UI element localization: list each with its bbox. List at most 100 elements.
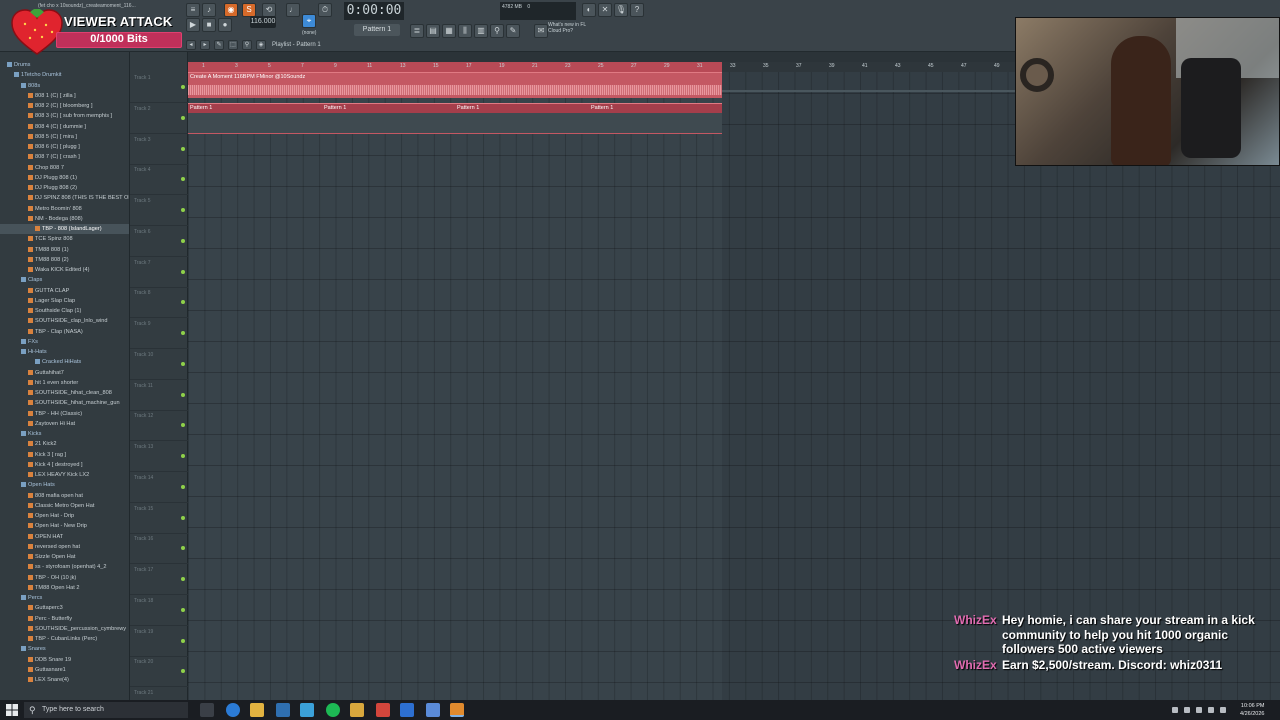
taskbar-clock[interactable]: 10:06 PM 4/26/2026 [1240, 702, 1264, 718]
browser-file[interactable]: TBP - HH (Classic) [0, 409, 129, 419]
online-icon[interactable]: ◐ [582, 3, 596, 17]
loop-icon[interactable]: ⟲ [262, 3, 276, 17]
track-enable-dot[interactable] [181, 177, 185, 182]
browser-file[interactable]: 808 7 (C) [ crash ] [0, 152, 129, 162]
track-enable-dot[interactable] [181, 454, 185, 458]
browser-file[interactable]: DJ Plugg 808 (2) [0, 183, 129, 193]
pattern-clip[interactable]: Pattern 1 [589, 103, 722, 134]
browser-file[interactable]: Perc - Butterfly [0, 614, 129, 624]
browser-file[interactable]: Southside Clap (1) [0, 306, 129, 316]
browser-file[interactable]: Sizzle Open Hat [0, 552, 129, 562]
browser-file[interactable]: TM88 808 (2) [0, 255, 129, 265]
track-enable-dot[interactable] [181, 300, 185, 305]
track-enable-dot[interactable] [181, 238, 185, 243]
browser-file[interactable]: hit 1 even shorter [0, 378, 129, 388]
speaker-tool-icon[interactable]: ◈ [256, 40, 266, 50]
tools-icon[interactable]: ✎ [506, 24, 520, 38]
track-enable-dot[interactable] [181, 146, 185, 151]
track-header[interactable]: Track 17 [130, 564, 188, 595]
menu-icon[interactable]: ≡ [186, 3, 200, 17]
browser-file[interactable]: 808 6 (C) [ plugg ] [0, 142, 129, 152]
record-mode-icon[interactable]: ◉ [224, 3, 238, 17]
plugin-picker-icon[interactable]: ⚲ [490, 24, 504, 38]
browser-file[interactable]: Metro Boomin' 808 [0, 204, 129, 214]
browser-file[interactable]: Open Hat - New Drip [0, 521, 129, 531]
browser-file[interactable]: Open Hat - Drip [0, 511, 129, 521]
draw-tool-icon[interactable]: ✎ [214, 40, 224, 50]
metronome-icon[interactable]: ♩ [286, 3, 300, 17]
browser-file[interactable]: DDB Snare 19 [0, 655, 129, 665]
snap-icon[interactable]: ⌖ [302, 14, 316, 28]
browser-file[interactable]: Guttasnare1 [0, 665, 129, 675]
browser-file[interactable]: TM88 808 (1) [0, 245, 129, 255]
track-header[interactable]: Track 7 [130, 257, 188, 288]
track-enable-dot[interactable] [181, 361, 185, 366]
track-header[interactable]: Track 12 [130, 410, 188, 442]
playlist-menu-icon[interactable]: ◂ [186, 40, 196, 50]
browser-file[interactable]: TBP - Clap (NASA) [0, 327, 129, 337]
browser-file[interactable]: SOUTHSIDE_hihat_machine_gun [0, 398, 129, 408]
track-header[interactable]: Track 8 [130, 287, 188, 319]
vscode-icon[interactable] [300, 703, 314, 717]
task-view-icon[interactable] [200, 703, 214, 717]
tray-network-icon[interactable] [1184, 707, 1190, 713]
fl-studio-icon[interactable] [450, 703, 464, 717]
pattern-clip[interactable]: Pattern 1 [188, 103, 322, 134]
tempo-display[interactable]: 116.000 [250, 16, 276, 28]
browser-folder[interactable]: Kicks [0, 429, 129, 439]
browser-file[interactable]: DJ SPINZ 808 (THIS IS THE BEST ONE) [0, 193, 129, 203]
track-header[interactable]: Track 6 [130, 226, 188, 257]
help-icon[interactable]: ? [630, 3, 644, 17]
browser-file[interactable]: ss - styrofoam (openhat) 4_2 [0, 562, 129, 572]
browser-file[interactable]: TM88 Open Hat 2 [0, 583, 129, 593]
browser-file[interactable]: reversed open hat [0, 542, 129, 552]
track-enable-dot[interactable] [181, 269, 185, 274]
browser-file[interactable]: TBP - CubanLinks (Perc) [0, 634, 129, 644]
browser-icon[interactable]: ▥ [474, 24, 488, 38]
app-icon-gold[interactable] [350, 703, 364, 717]
channel-rack-icon[interactable]: ▦ [442, 24, 456, 38]
zoom-tool-icon[interactable]: ⚲ [242, 40, 252, 50]
browser-file[interactable]: Lager Slap Clap [0, 296, 129, 306]
track-enable-dot[interactable] [181, 484, 185, 489]
news-panel[interactable]: What's new in FL Cloud Pro? [548, 22, 638, 36]
piano-roll-icon[interactable]: ▤ [426, 24, 440, 38]
edge-icon[interactable] [226, 703, 240, 717]
window-app-icon[interactable] [426, 703, 440, 717]
track-header[interactable]: Track 20 [130, 656, 188, 688]
browser-folder[interactable]: Claps [0, 275, 129, 285]
browser-folder[interactable]: 1Tetcho Drumkit [0, 70, 129, 80]
tray-battery-icon[interactable] [1208, 707, 1214, 713]
browser-file[interactable]: 21 Kick2 [0, 439, 129, 449]
browser-folder[interactable]: Open Hats [0, 480, 129, 490]
track-header[interactable]: Track 19 [130, 626, 188, 657]
track-enable-dot[interactable] [181, 208, 185, 212]
browser-file[interactable]: 808 4 (C) [ dummie ] [0, 122, 129, 132]
browser-folder[interactable]: Percs [0, 593, 129, 603]
browser-folder[interactable]: Hi-Hats [0, 347, 129, 357]
song-mode-icon[interactable]: S [242, 3, 256, 17]
select-tool-icon[interactable]: ⬚ [228, 40, 238, 50]
track-header[interactable]: Track 9 [130, 318, 188, 349]
browser-file[interactable]: 808 3 (C) [ sub from memphis ] [0, 111, 129, 121]
vscode-blue-icon[interactable] [400, 703, 414, 717]
track-enable-dot[interactable] [181, 638, 185, 643]
track-enable-dot[interactable] [181, 115, 185, 120]
store-icon[interactable] [276, 703, 290, 717]
browser-file[interactable]: 808 2 (C) [ bloomberg ] [0, 101, 129, 111]
track-enable-dot[interactable] [181, 423, 185, 428]
spotify-icon[interactable] [326, 703, 340, 717]
stop-icon[interactable]: ■ [202, 18, 216, 32]
track-enable-dot[interactable] [181, 607, 185, 612]
track-header[interactable]: Track 14 [130, 472, 188, 503]
track-header[interactable]: Track 1 [130, 72, 188, 103]
track-header[interactable]: Track 4 [130, 164, 188, 196]
browser-file[interactable]: 808 5 (C) [ mira ] [0, 132, 129, 142]
tray-keyboard-icon[interactable] [1220, 707, 1226, 713]
pattern-clip[interactable]: Pattern 1 [455, 103, 589, 134]
track-enable-dot[interactable] [181, 515, 185, 520]
browser-file[interactable]: Guttaperc3 [0, 603, 129, 613]
record-icon[interactable]: ● [218, 18, 232, 32]
browser-file[interactable]: TCE Spinz 808 [0, 234, 129, 244]
track-header[interactable]: Track 13 [130, 441, 188, 472]
